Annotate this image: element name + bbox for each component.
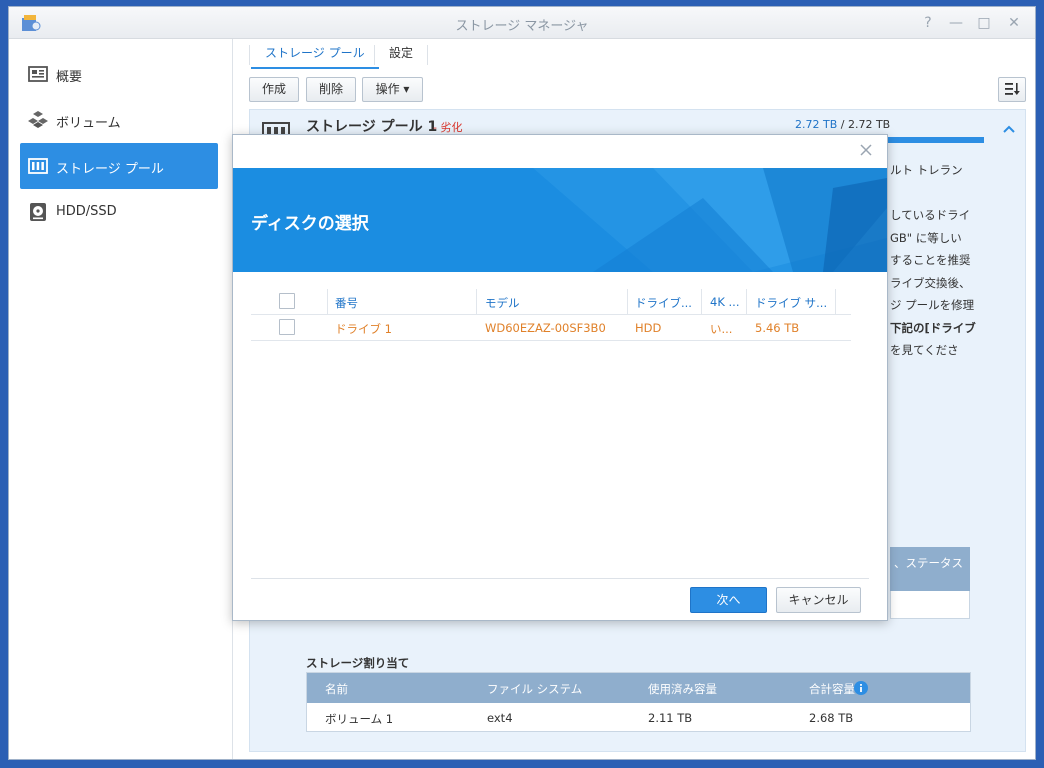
sidebar-item-overview[interactable]: 概要 — [20, 51, 218, 97]
grid-header: 番号 モデル ドライブ... 4K ... ドライブ サ... — [251, 289, 851, 315]
drive-type: HDD — [635, 321, 662, 335]
create-button[interactable]: 作成 — [249, 77, 299, 102]
storage-pool-icon — [28, 158, 48, 174]
action-dropdown-button[interactable]: 操作 ▾ — [362, 77, 423, 102]
tab-storage-pool[interactable]: ストレージ プール — [251, 39, 379, 69]
sidebar-item-label: ストレージ プール — [56, 162, 164, 177]
pool-description-line: ライブ交換後、 — [890, 276, 971, 290]
pool-description-line: することを推奨 — [890, 253, 971, 267]
title-bar: ストレージ マネージャ ? — □ ✕ — [9, 7, 1035, 39]
column-header-drive-type[interactable]: ドライブ... — [635, 295, 703, 311]
sidebar-item-volume[interactable]: ボリューム — [20, 97, 218, 143]
pool-capacity: 2.72 TB / 2.72 TB — [795, 118, 890, 131]
column-header-used: 使用済み容量 — [648, 682, 717, 696]
table-row[interactable]: ドライブ 1 WD60EZAZ-00SF3B0 HDD い... 5.46 TB — [251, 315, 851, 341]
tab-bar: ストレージ プール 設定 — [249, 39, 1035, 69]
sidebar-item-label: ボリューム — [56, 116, 121, 131]
pool-description-line: GB" に等しい — [890, 231, 962, 245]
column-header-number[interactable]: 番号 — [335, 295, 465, 311]
sidebar-item-hdd-ssd[interactable]: HDD/SSD — [20, 189, 218, 235]
column-header-drive-size[interactable]: ドライブ サ... — [755, 295, 835, 311]
volume-used: 2.11 TB — [648, 711, 693, 725]
chevron-up-icon[interactable] — [1002, 124, 1016, 134]
volume-name: ボリューム 1 — [325, 712, 394, 726]
column-divider — [701, 289, 702, 315]
select-all-checkbox[interactable] — [279, 293, 295, 309]
allocation-table-header: 名前 ファイル システム 使用済み容量 合計容量 — [307, 673, 970, 703]
overview-icon — [28, 66, 48, 82]
allocation-table: 名前 ファイル システム 使用済み容量 合計容量 ボリューム 1 ext4 2.… — [306, 672, 971, 732]
footer-divider — [251, 578, 869, 579]
maximize-icon[interactable]: □ — [973, 13, 995, 33]
column-divider — [746, 289, 747, 315]
drive-model: WD60EZAZ-00SF3B0 — [485, 321, 606, 335]
tab-divider — [427, 45, 428, 65]
allocation-title: ストレージ割り当て — [306, 656, 410, 670]
delete-button[interactable]: 削除 — [306, 77, 356, 102]
close-icon[interactable] — [859, 143, 873, 157]
drive-size: 5.46 TB — [755, 321, 800, 335]
column-header-total: 合計容量 — [809, 682, 855, 696]
pool-description-line: しているドライ — [890, 208, 971, 222]
window-title: ストレージ マネージャ — [455, 19, 589, 34]
column-header-4k[interactable]: 4K ... — [710, 295, 746, 309]
dialog-title: ディスクの選択 — [251, 214, 369, 234]
pool-used-capacity: 2.72 TB — [795, 118, 838, 131]
column-divider — [835, 289, 836, 315]
info-icon[interactable] — [854, 681, 868, 695]
pool-description-line: ジ プールを修理 — [890, 298, 975, 312]
status-badge: - 劣化 — [433, 121, 463, 134]
help-icon[interactable]: ? — [917, 13, 939, 33]
drive-4k: い... — [710, 322, 733, 336]
cancel-button[interactable]: キャンセル — [776, 587, 861, 613]
tab-settings[interactable]: 設定 — [375, 39, 427, 69]
hdd-icon — [30, 203, 46, 221]
select-disk-dialog: ディスクの選択 番号 モデル ドライブ... 4K ... ドライブ サ... … — [232, 134, 888, 621]
column-header-filesystem: ファイル システム — [487, 682, 583, 696]
sidebar: 概要 ボリューム ストレージ プール HDD/SSD — [9, 39, 233, 759]
sidebar-item-label: 概要 — [56, 70, 83, 85]
sort-icon — [1005, 83, 1020, 95]
pool-description-line: ルト トレラン — [890, 163, 963, 177]
dialog-banner: ディスクの選択 — [233, 168, 887, 272]
row-checkbox[interactable] — [279, 319, 295, 335]
drive-number: ドライブ 1 — [335, 322, 392, 336]
pool-description-line: を見てくださ — [890, 343, 959, 357]
column-header-name: 名前 — [325, 682, 348, 696]
minimize-icon[interactable]: — — [945, 13, 967, 33]
column-divider — [476, 289, 477, 315]
pool-description-line: 下記の[ドライブ — [890, 321, 976, 335]
volume-total: 2.68 TB — [809, 711, 854, 725]
drive-status-body — [890, 591, 970, 619]
sort-button[interactable] — [998, 77, 1026, 102]
column-divider — [627, 289, 628, 315]
next-button[interactable]: 次へ — [690, 587, 767, 613]
pool-total-capacity: 2.72 TB — [847, 118, 891, 131]
drive-status-table: 、ステータス — [890, 547, 970, 619]
column-header-model[interactable]: モデル — [485, 295, 625, 311]
volume-filesystem: ext4 — [487, 711, 513, 725]
tab-divider — [249, 45, 250, 65]
column-divider — [327, 289, 328, 315]
volume-icon — [28, 111, 48, 128]
sidebar-item-storage-pool[interactable]: ストレージ プール — [20, 143, 218, 189]
drive-status-header: 、ステータス — [890, 547, 970, 591]
capacity-separator: / — [837, 118, 848, 131]
sidebar-item-label: HDD/SSD — [56, 204, 117, 219]
storage-pool-title: ストレージ プール 1 — [306, 119, 438, 135]
close-window-icon[interactable]: ✕ — [1003, 13, 1025, 33]
